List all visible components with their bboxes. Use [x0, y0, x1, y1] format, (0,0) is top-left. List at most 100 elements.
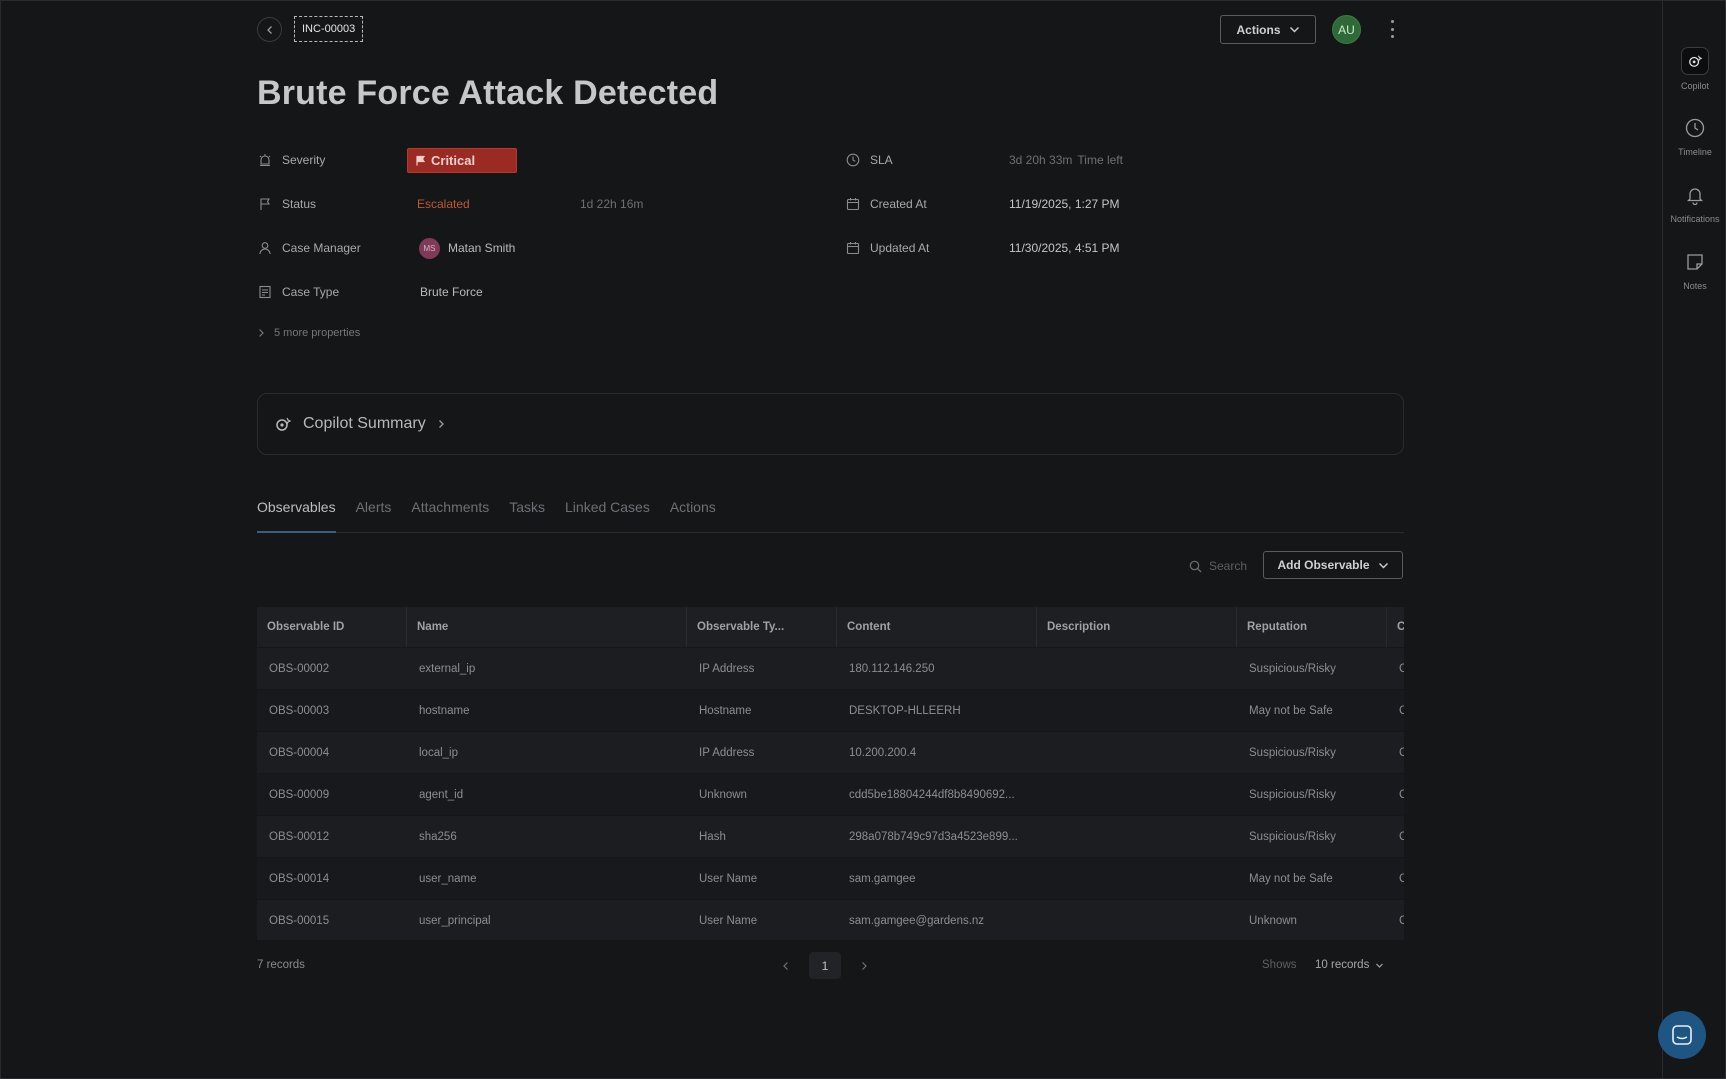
status-label: Status — [282, 197, 317, 211]
critical-badge[interactable]: Critical — [407, 147, 517, 173]
table-row[interactable]: OBS-00002 external_ip IP Address 180.112.14… — [257, 647, 1404, 689]
chevron-left-icon — [266, 25, 272, 34]
chevron-right-icon[interactable] — [859, 961, 869, 971]
case-manager-value[interactable]: MS Matan Smith — [419, 236, 515, 260]
back-button[interactable] — [257, 17, 282, 42]
chevron-down-icon — [1289, 27, 1299, 33]
manager-avatar: MS — [419, 237, 440, 259]
chevron-right-icon — [259, 329, 264, 337]
tab-attachments[interactable]: Attachments — [411, 497, 489, 533]
timeline-label: Timeline — [1678, 147, 1712, 157]
more-menu-icon[interactable] — [1386, 18, 1398, 40]
per-page-select[interactable]: 10 records — [1315, 959, 1384, 971]
case-type-label: Case Type — [282, 285, 340, 299]
observable-id-cell: OBS-00003 — [269, 704, 330, 717]
actions-button[interactable]: Actions — [1220, 15, 1316, 44]
clock-icon — [1682, 115, 1708, 141]
status-value[interactable]: Escalated — [417, 192, 470, 216]
column-header[interactable]: Content — [837, 607, 1037, 647]
chevron-down-icon — [1376, 963, 1384, 968]
sidebar-item-copilot[interactable]: Copilot — [1663, 47, 1726, 91]
table-row[interactable]: OBS-00009 agent_id Unknown cdd5be18804244df… — [257, 773, 1404, 815]
copilot-icon — [276, 417, 292, 431]
content-cell: DESKTOP-HLLEERH — [849, 704, 961, 717]
sidebar-item-notes[interactable]: Notes — [1663, 249, 1726, 291]
tab-actions[interactable]: Actions — [670, 497, 716, 533]
copilot-label: Copilot — [1680, 81, 1709, 91]
table-row[interactable]: OBS-00003 hostname Hostname DESKTOP-HLLEERH… — [257, 689, 1404, 731]
name-cell: agent_id — [419, 788, 464, 801]
observable-type-cell: IP Address — [699, 662, 755, 675]
tab-alerts[interactable]: Alerts — [356, 497, 392, 533]
table-footer: 7 records 1 Shows 10 records — [257, 952, 1404, 980]
name-cell: user_name — [419, 872, 477, 885]
observable-type-cell: IP Address — [699, 746, 755, 759]
chat-button[interactable] — [1658, 1011, 1706, 1059]
column-header[interactable]: Observable ID — [257, 607, 407, 647]
observable-type-cell: Unknown — [699, 788, 747, 801]
note-icon — [1682, 249, 1708, 275]
column-header[interactable]: Description — [1037, 607, 1237, 647]
table-row[interactable]: OBS-00004 local_ip IP Address 10.200.200.4 S… — [257, 731, 1404, 773]
extra-cell: C — [1399, 872, 1404, 885]
observable-type-cell: Hostname — [699, 704, 752, 717]
observable-id-cell: OBS-00009 — [269, 788, 330, 801]
reputation-cell: Suspicious/Risky — [1249, 746, 1336, 759]
sla-value: 3d 20h 33m Time left — [1009, 148, 1123, 172]
extra-cell: C — [1399, 830, 1404, 843]
copilot-summary-card[interactable]: Copilot Summary — [257, 393, 1404, 455]
extra-cell: C — [1399, 914, 1404, 927]
sidebar-item-timeline[interactable]: Timeline — [1663, 115, 1726, 157]
clock-icon — [845, 152, 861, 168]
updated-at-property: Updated At — [845, 236, 929, 260]
notifications-label: Notifications — [1670, 214, 1720, 224]
case-id-badge[interactable]: INC-00003 — [294, 16, 364, 42]
reputation-cell: Unknown — [1249, 914, 1297, 927]
extra-cell: C — [1399, 704, 1404, 717]
severity-value[interactable]: Critical — [407, 147, 517, 173]
shows-label: Shows — [1262, 959, 1297, 971]
copilot-summary-label: Copilot Summary — [303, 415, 426, 432]
content-cell: 298a078b749c97d3a4523e899... — [849, 830, 1018, 843]
page-button[interactable]: 1 — [809, 952, 841, 979]
case-type-value[interactable]: Brute Force — [420, 280, 483, 304]
observable-type-cell: Hash — [699, 830, 726, 843]
user-avatar[interactable]: AU — [1332, 15, 1361, 44]
sla-property: SLA — [845, 148, 893, 172]
severity-label: Severity — [282, 153, 326, 167]
sidebar-item-notifications[interactable]: Notifications — [1663, 182, 1726, 224]
table-row[interactable]: OBS-00015 user_principal User Name sam.gamg… — [257, 899, 1404, 940]
add-observable-label: Add Observable — [1277, 558, 1370, 572]
table-row[interactable]: OBS-00012 sha256 Hash 298a078b749c97d3a4523… — [257, 815, 1404, 857]
column-header[interactable]: Reputation — [1237, 607, 1387, 647]
updated-at-value: 11/30/2025, 4:51 PM — [1009, 241, 1120, 255]
reputation-cell: Suspicious/Risky — [1249, 830, 1336, 843]
table-row[interactable]: OBS-00014 user_name User Name sam.gamgee May… — [257, 857, 1404, 899]
observable-id-cell: OBS-00004 — [269, 746, 330, 759]
chevron-left-icon[interactable] — [781, 961, 791, 971]
add-observable-button[interactable]: Add Observable — [1263, 551, 1403, 579]
critical-label: Critical — [431, 152, 476, 168]
column-header[interactable]: Name — [407, 607, 687, 647]
observable-id-cell: OBS-00012 — [269, 830, 330, 843]
case-manager-label: Case Manager — [282, 241, 361, 255]
observable-id-cell: OBS-00014 — [269, 872, 330, 885]
sla-suffix: Time left — [1077, 153, 1123, 167]
page-title: Brute Force Attack Detected — [257, 74, 719, 112]
search-input[interactable]: Search — [1189, 559, 1247, 573]
observable-type-cell: User Name — [699, 872, 758, 885]
records-count: 7 records — [257, 959, 305, 971]
tab-linked-cases[interactable]: Linked Cases — [565, 497, 650, 533]
name-cell: user_principal — [419, 914, 491, 927]
column-header[interactable]: C — [1387, 607, 1404, 647]
more-properties-toggle[interactable]: 5 more properties — [257, 327, 360, 339]
tab-tasks[interactable]: Tasks — [509, 497, 545, 533]
search-icon — [1189, 560, 1202, 572]
column-header[interactable]: Observable Ty... — [687, 607, 837, 647]
tab-observables[interactable]: Observables — [257, 497, 336, 533]
name-cell: hostname — [419, 704, 470, 717]
actions-label: Actions — [1236, 22, 1281, 37]
name-cell: sha256 — [419, 830, 457, 843]
status-property: Status — [257, 192, 316, 216]
calendar-icon — [845, 196, 861, 212]
